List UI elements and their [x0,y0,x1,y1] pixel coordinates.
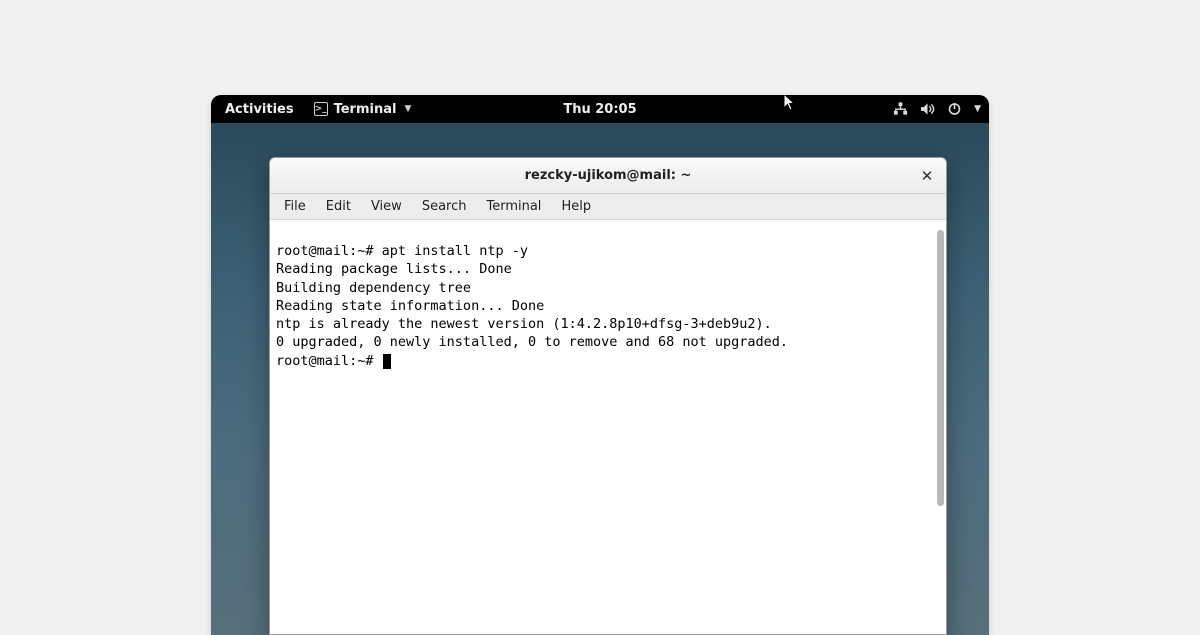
terminal-line: Reading package lists... Done [276,261,512,277]
app-menu[interactable]: >_ Terminal ▼ [314,102,412,117]
clock[interactable]: Thu 20:05 [563,102,636,117]
terminal-line: 0 upgraded, 0 newly installed, 0 to remo… [276,334,788,350]
text-cursor-icon [383,354,391,369]
terminal-output[interactable]: root@mail:~# apt install ntp -y Reading … [270,220,946,634]
chevron-down-icon: ▼ [974,104,981,114]
menu-help[interactable]: Help [553,197,599,216]
menu-view[interactable]: View [363,197,410,216]
terminal-line: Building dependency tree [276,280,471,296]
terminal-window: rezcky-ujikom@mail: ~ ✕ File Edit View S… [269,157,947,635]
terminal-line: root@mail:~# [276,353,382,369]
terminal-line: Reading state information... Done [276,298,544,314]
close-button[interactable]: ✕ [916,165,938,187]
scrollbar[interactable] [936,230,944,624]
menu-search[interactable]: Search [414,197,475,216]
system-tray[interactable]: ▼ [893,102,981,116]
window-title: rezcky-ujikom@mail: ~ [525,168,692,183]
desktop-background: rezcky-ujikom@mail: ~ ✕ File Edit View S… [211,123,989,635]
terminal-icon: >_ [314,102,328,116]
terminal-line: root@mail:~# apt install ntp -y [276,243,528,259]
network-icon [893,102,908,116]
terminal-line: ntp is already the newest version (1:4.2… [276,316,772,332]
app-menu-label: Terminal [334,102,397,117]
screenshot-region: Activities >_ Terminal ▼ Thu 20:05 ▼ [211,95,989,635]
activities-button[interactable]: Activities [219,102,300,117]
mouse-cursor-icon [783,95,797,117]
window-titlebar[interactable]: rezcky-ujikom@mail: ~ ✕ [270,158,946,194]
menu-edit[interactable]: Edit [318,197,359,216]
menubar: File Edit View Search Terminal Help [270,194,946,220]
menu-file[interactable]: File [276,197,314,216]
scrollbar-thumb[interactable] [937,230,944,506]
close-icon: ✕ [921,167,934,185]
power-icon [947,102,962,116]
volume-icon [920,102,935,116]
chevron-down-icon: ▼ [404,104,411,114]
menu-terminal[interactable]: Terminal [478,197,549,216]
gnome-topbar: Activities >_ Terminal ▼ Thu 20:05 ▼ [211,95,989,123]
